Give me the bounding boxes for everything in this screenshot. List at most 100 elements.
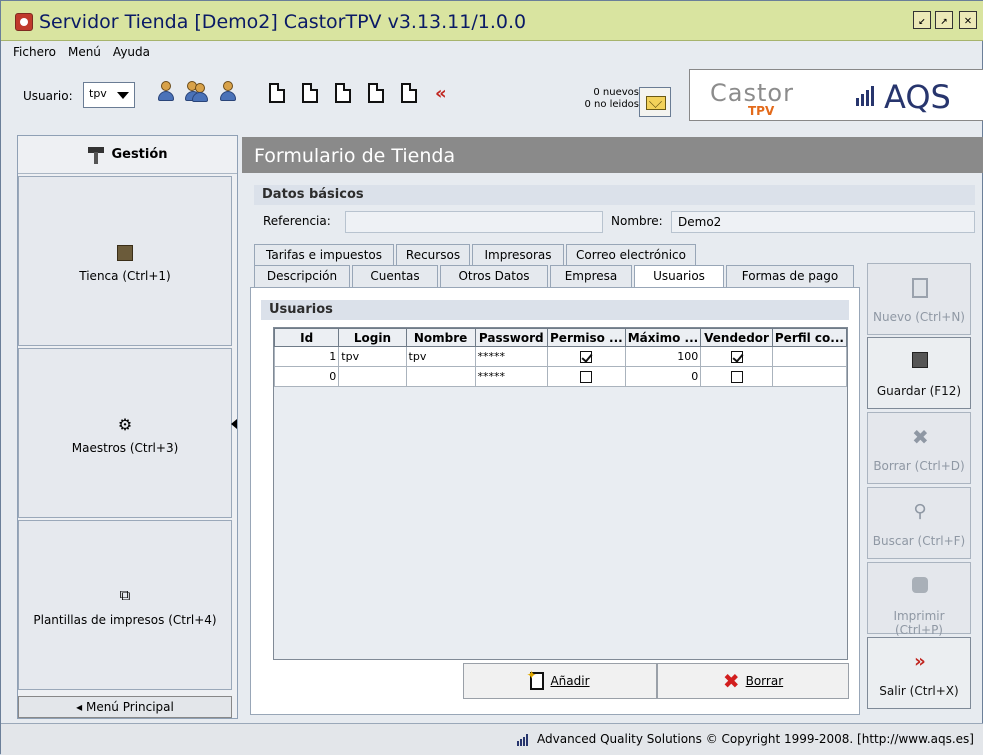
user-login-icon[interactable]	[155, 81, 177, 105]
save-button[interactable]: Guardar (F12)	[867, 337, 971, 409]
user-select[interactable]: tpv	[83, 82, 135, 108]
section-datos-basicos: Datos básicos	[254, 185, 975, 205]
hammer-icon	[87, 145, 105, 165]
users-table-grid: Id Login Nombre Password Permiso ... Máx…	[273, 328, 848, 387]
nombre-input[interactable]: Demo2	[671, 211, 975, 233]
exit-button[interactable]: » Salir (Ctrl+X)	[867, 637, 971, 709]
add-user-label: Añadir	[550, 674, 590, 688]
users-group-icon[interactable]	[185, 81, 208, 105]
menu-ayuda[interactable]: Ayuda	[113, 45, 150, 65]
sidebar-header-label: Gestión	[111, 147, 168, 162]
column-header-login[interactable]: Login	[338, 328, 407, 347]
document-icon[interactable]	[302, 83, 318, 103]
exit-icon: »	[914, 651, 926, 672]
cell-id[interactable]: 0	[273, 366, 340, 387]
menu-fichero[interactable]: Fichero	[13, 45, 56, 65]
print-button[interactable]: Imprimir (Ctrl+P)	[867, 562, 971, 637]
tab-otros-datos[interactable]: Otros Datos	[440, 265, 548, 287]
cell-permiso[interactable]	[547, 366, 626, 387]
document-icon[interactable]	[368, 83, 384, 103]
tab-recursos[interactable]: Recursos	[396, 244, 470, 266]
cell-password[interactable]: *****	[474, 346, 549, 367]
sidebar-item-label: Plantillas de impresos (Ctrl+4)	[33, 613, 217, 627]
column-header-id[interactable]: Id	[273, 328, 340, 347]
chevron-left-icon: ◂	[76, 700, 83, 714]
sidebar-item-tienda[interactable]: Tienca (Ctrl+1)	[18, 176, 232, 346]
cell-vendedor[interactable]	[700, 346, 773, 367]
add-user-button[interactable]: ✦ Añadir	[463, 663, 657, 699]
checkbox[interactable]	[730, 371, 743, 383]
checkbox[interactable]	[580, 351, 593, 363]
users-table[interactable]: Id Login Nombre Password Permiso ... Máx…	[273, 327, 848, 660]
app-icon	[15, 13, 33, 31]
column-header-maximo[interactable]: Máximo ...	[624, 328, 702, 347]
back-arrows-icon[interactable]: «	[435, 83, 447, 104]
tab-cuentas[interactable]: Cuentas	[352, 265, 438, 287]
checkbox[interactable]	[580, 371, 593, 383]
cell-vendedor[interactable]	[700, 366, 773, 387]
sidebar-item-maestros[interactable]: ⚙ Maestros (Ctrl+3)	[18, 348, 232, 518]
cell-perfil[interactable]	[771, 366, 848, 387]
mail-button[interactable]	[639, 87, 671, 117]
sidebar-item-label: Maestros (Ctrl+3)	[71, 441, 179, 455]
cell-maximo[interactable]: 0	[624, 366, 702, 387]
cell-nombre[interactable]	[405, 366, 476, 387]
menu-bar: Fichero Menú Ayuda	[13, 45, 150, 65]
delete-button[interactable]: ✖ Borrar (Ctrl+D)	[867, 412, 971, 484]
cell-password[interactable]: *****	[474, 366, 549, 387]
tab-formas-de-pago[interactable]: Formas de pago	[726, 265, 854, 287]
cell-login[interactable]	[338, 366, 407, 387]
tab-descripcion[interactable]: Descripción	[254, 265, 350, 287]
cell-nombre[interactable]: tpv	[405, 346, 476, 367]
document-icon[interactable]	[269, 83, 285, 103]
aqs-logo-icon	[517, 733, 531, 746]
cell-perfil[interactable]	[771, 346, 848, 367]
table-row[interactable]: 0 ***** 0	[273, 366, 848, 387]
user-label: Usuario:	[23, 89, 73, 103]
user-logout-icon[interactable]	[217, 81, 239, 105]
tab-empresa[interactable]: Empresa	[550, 265, 632, 287]
table-row[interactable]: 1 tpv tpv ***** 100	[273, 346, 848, 367]
tab-impresoras[interactable]: Impresoras	[472, 244, 564, 266]
referencia-input[interactable]	[345, 211, 603, 233]
brand-logos: Castor TPV AQS	[689, 69, 983, 121]
close-icon[interactable]: ✕	[959, 11, 977, 29]
maximize-icon[interactable]: ↗	[935, 11, 953, 29]
copyright-text: Advanced Quality Solutions © Copyright 1…	[537, 732, 974, 746]
document-icon[interactable]	[401, 83, 417, 103]
checkbox[interactable]	[730, 351, 743, 363]
nombre-label: Nombre:	[611, 214, 663, 228]
tab-tarifas[interactable]: Tarifas e impuestos	[254, 244, 394, 266]
messages-new: 0 nuevos	[593, 87, 639, 98]
column-header-vendedor[interactable]: Vendedor	[700, 328, 773, 347]
cell-login[interactable]: tpv	[338, 346, 407, 367]
cell-maximo[interactable]: 100	[624, 346, 702, 367]
column-header-nombre[interactable]: Nombre	[405, 328, 476, 347]
save-button-label: Guardar (F12)	[876, 384, 962, 398]
column-header-permiso[interactable]: Permiso ...	[547, 328, 626, 347]
delete-user-button[interactable]: ✖ Borrar	[657, 663, 849, 699]
main-menu-label: Menú Principal	[85, 700, 174, 714]
search-button[interactable]: ⚲ Buscar (Ctrl+F)	[867, 487, 971, 559]
collapse-sidebar-icon[interactable]	[231, 419, 237, 429]
menu-menu[interactable]: Menú	[68, 45, 101, 65]
column-header-perfil[interactable]: Perfil co...	[771, 328, 848, 347]
main-menu-button[interactable]: ◂ Menú Principal	[18, 696, 232, 718]
delete-user-label: Borrar	[745, 674, 784, 688]
search-button-label: Buscar (Ctrl+F)	[872, 534, 966, 548]
cell-permiso[interactable]	[547, 346, 626, 367]
tab-correo[interactable]: Correo electrónico	[566, 244, 696, 266]
column-header-password[interactable]: Password	[474, 328, 549, 347]
document-icon[interactable]	[335, 83, 351, 103]
delete-icon: ✖	[912, 425, 929, 449]
cell-id[interactable]: 1	[273, 346, 340, 367]
new-button[interactable]: Nuevo (Ctrl+N)	[867, 263, 971, 335]
tab-usuarios[interactable]: Usuarios	[634, 265, 724, 288]
sidebar-item-plantillas[interactable]: ⧉ Plantillas de impresos (Ctrl+4)	[18, 520, 232, 690]
section-usuarios: Usuarios	[261, 300, 849, 320]
title-bar[interactable]: Servidor Tienda [Demo2] CastorTPV v3.13.…	[1, 1, 983, 41]
envelope-icon	[646, 96, 666, 110]
new-document-icon	[912, 278, 928, 298]
minimize-icon[interactable]: ↙	[913, 11, 931, 29]
search-icon: ⚲	[913, 501, 927, 522]
